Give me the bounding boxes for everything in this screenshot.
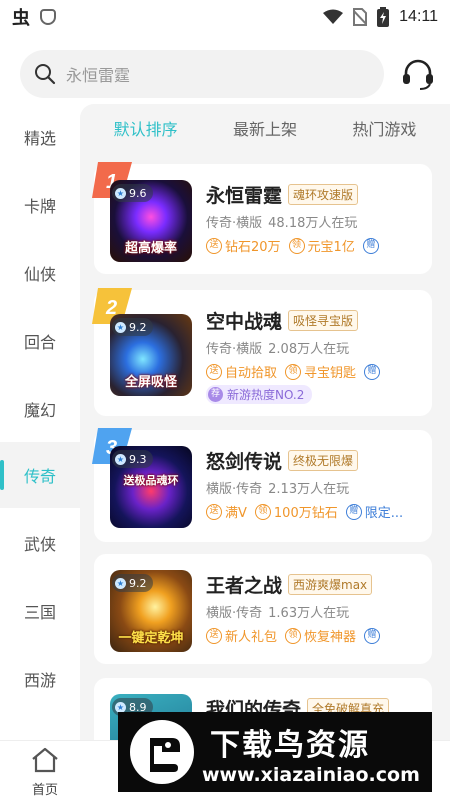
rating-badge: ★ 9.2 [112,574,153,592]
search-bar[interactable]: 永恒雷霆 [20,50,384,98]
gift-bonus-icon: 赠 [362,237,379,254]
star-icon: ★ [115,453,126,465]
perk-text: 元宝1亿 [307,240,355,255]
search-placeholder: 永恒雷霆 [66,66,131,85]
sidebar-item-kapai[interactable]: 卡牌 [0,172,80,238]
version-tag: 终极无限爆 [288,449,359,471]
star-icon: ★ [115,321,126,333]
gift-send-icon: 送 [206,363,222,380]
player-count: 1.63万人在玩 [268,606,350,621]
perk-text: 钻石20万 [225,240,281,255]
player-count: 2.13万人在玩 [268,482,350,497]
perk-text: 恢复神器 [304,630,357,645]
game-thumbnail: ★ 9.6 超高爆率 [110,180,192,262]
player-count: 48.18万人在玩 [268,216,358,231]
sidebar-item-xianxia[interactable]: 仙侠 [0,240,80,306]
game-title: 永恒雷霆 [206,184,283,207]
game-list-panel: 默认排序 最新上架 热门游戏 1 ★ 9.6 超高爆率 永恒雷霆 魂环攻速版 传奇… [80,104,450,740]
watermark-title: 下载鸟资源 [210,728,370,763]
battery-icon [377,7,390,27]
thumbnail-caption: 送极品魂环 [123,474,179,487]
version-tag: 西游爽爆max [288,573,373,595]
star-icon: ★ [115,701,126,713]
game-thumbnail: ★ 9.3 送极品魂环 [110,446,192,528]
recommend-icon: 荐 [208,387,223,402]
no-sim-icon [353,8,368,26]
game-card[interactable]: 1 ★ 9.6 超高爆率 永恒雷霆 魂环攻速版 传奇·横版 48.18万人在玩 送钻… [92,162,432,274]
game-genre: 横版·传奇 [206,606,263,621]
sort-tabs: 默认排序 最新上架 热门游戏 [80,104,450,152]
perk-text: 新人礼包 [225,630,278,645]
gift-claim-icon: 领 [285,627,302,644]
sidebar-item-sanguo[interactable]: 三国 [0,578,80,644]
game-card[interactable]: ★ 9.2 一键定乾坤 王者之战 西游爽爆max 横版·传奇 1.63万人在玩 送新… [94,554,432,664]
game-title: 空中战魂 [206,310,283,333]
home-icon [32,747,58,773]
gift-claim-icon: 领 [288,237,305,254]
thumbnail-caption: 全屏吸怪 [124,375,177,390]
perk-text: 限定... [364,506,404,521]
game-title: 王者之战 [206,574,283,597]
tab-popular[interactable]: 热门游戏 [352,116,416,140]
game-title: 怒剑传说 [206,450,283,473]
version-tag: 魂环攻速版 [288,183,359,205]
rating-badge: ★ 9.2 [112,318,153,336]
gift-claim-icon: 领 [254,503,271,520]
gift-bonus-icon: 赠 [364,627,381,644]
nav-home-label: 首页 [31,783,58,798]
tab-default-sort[interactable]: 默认排序 [114,116,178,140]
player-count: 2.08万人在玩 [268,342,350,357]
bird-logo-icon [130,720,194,784]
sidebar-item-chuanqi[interactable]: 传奇 [0,442,80,508]
game-card[interactable]: 3 ★ 9.3 送极品魂环 怒剑传说 终极无限爆 横版·传奇 2.13万人在玩 送满… [92,428,432,542]
shield-icon [40,9,56,25]
rating-badge: ★ 9.3 [112,450,153,468]
tab-newest[interactable]: 最新上架 [233,116,297,140]
gift-send-icon: 送 [206,627,222,644]
game-genre: 传奇·横版 [206,216,263,231]
nav-home[interactable]: 首页 [20,747,70,798]
version-tag: 吸怪寻宝版 [288,309,359,331]
star-icon: ★ [115,577,126,589]
sidebar-item-huihe[interactable]: 回合 [0,308,80,374]
game-thumbnail: ★ 9.2 全屏吸怪 [110,314,192,396]
game-thumbnail: ★ 9.2 一键定乾坤 [110,570,192,652]
perk-text: 100万钻石 [273,506,338,521]
gift-send-icon: 送 [206,503,222,520]
perk-text: 寻宝钥匙 [304,366,357,381]
gift-send-icon: 送 [206,237,222,254]
gift-claim-icon: 领 [285,363,302,380]
sidebar-item-mohuan[interactable]: 魔幻 [0,376,80,442]
perk-text: 满V [225,506,247,521]
hot-rank-badge: 荐新游热度NO.2 [206,385,313,404]
watermark-url: www.xiazainiao.com [202,764,420,786]
watermark-overlay: 下载鸟资源 www.xiazainiao.com [118,712,432,792]
gift-bonus-icon: 赠 [364,363,381,380]
gift-bonus-icon: 赠 [345,503,362,520]
game-genre: 传奇·横版 [206,342,263,357]
status-bar: 虫 14:11 [0,0,450,34]
star-icon: ★ [115,187,126,199]
rating-badge: ★ 9.6 [112,184,153,202]
sidebar-item-jingxuan[interactable]: 精选 [0,104,80,170]
app-notification-icon: 虫 [12,8,30,29]
thumbnail-caption: 超高爆率 [124,241,177,256]
thumbnail-caption: 一键定乾坤 [118,631,184,646]
game-genre: 横版·传奇 [206,482,263,497]
wifi-icon [323,9,344,24]
search-icon [35,64,56,85]
clock: 14:11 [399,8,438,25]
customer-service-icon[interactable] [400,56,436,92]
category-sidebar: 精选 卡牌 仙侠 回合 魔幻 传奇 武侠 三国 西游 [0,104,80,740]
sidebar-item-wuxia[interactable]: 武侠 [0,510,80,576]
perk-text: 自动拾取 [225,366,278,381]
game-card[interactable]: 2 ★ 9.2 全屏吸怪 空中战魂 吸怪寻宝版 传奇·横版 2.08万人在玩 送自动… [92,288,432,416]
sidebar-item-xiyou[interactable]: 西游 [0,646,80,712]
